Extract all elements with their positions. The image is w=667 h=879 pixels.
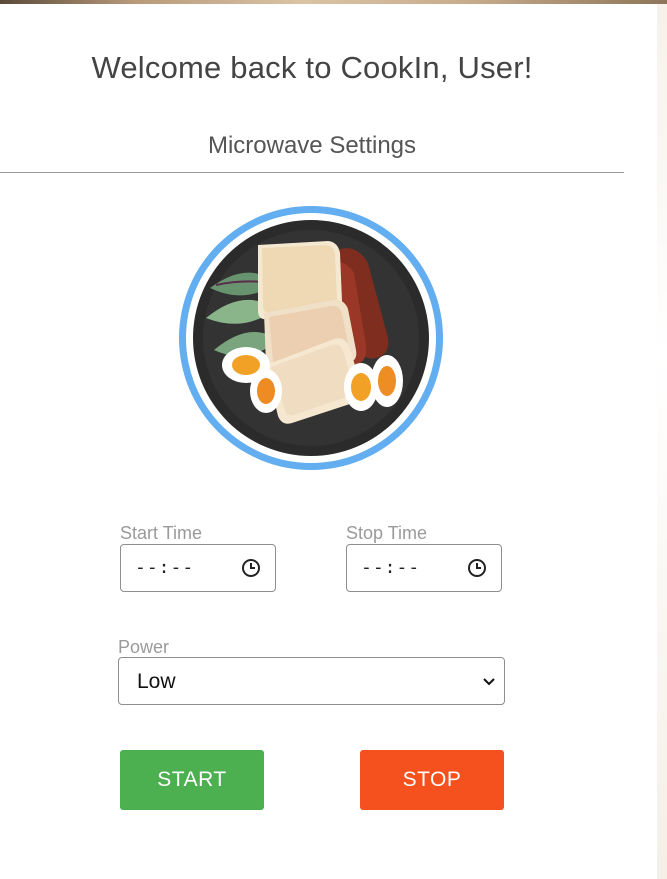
power-select[interactable]: Low [118, 657, 505, 705]
power-label: Power [118, 637, 170, 657]
stop-time-input[interactable]: --:-- [346, 544, 502, 592]
clock-icon[interactable] [467, 558, 487, 578]
start-time-input[interactable]: --:-- [120, 544, 276, 592]
microwave-settings-page: Welcome back to CookIn, User! Microwave … [0, 0, 667, 879]
chevron-down-icon[interactable] [482, 675, 496, 689]
stop-button[interactable]: STOP [360, 750, 504, 810]
welcome-heading: Welcome back to CookIn, User! [91, 50, 533, 85]
meal-plate-illustration [178, 205, 444, 471]
header-image-strip [0, 0, 667, 4]
power-selected-value: Low [137, 670, 176, 693]
section-title: Microwave Settings [207, 132, 417, 159]
background-edge [657, 4, 667, 879]
clock-icon[interactable] [241, 558, 261, 578]
start-button[interactable]: START [120, 750, 264, 810]
start-time-label: Start Time [120, 523, 203, 543]
section-divider [0, 172, 624, 173]
start-time-value: --:-- [135, 557, 195, 578]
stop-time-label: Stop Time [346, 523, 428, 543]
stop-time-value: --:-- [361, 557, 421, 578]
